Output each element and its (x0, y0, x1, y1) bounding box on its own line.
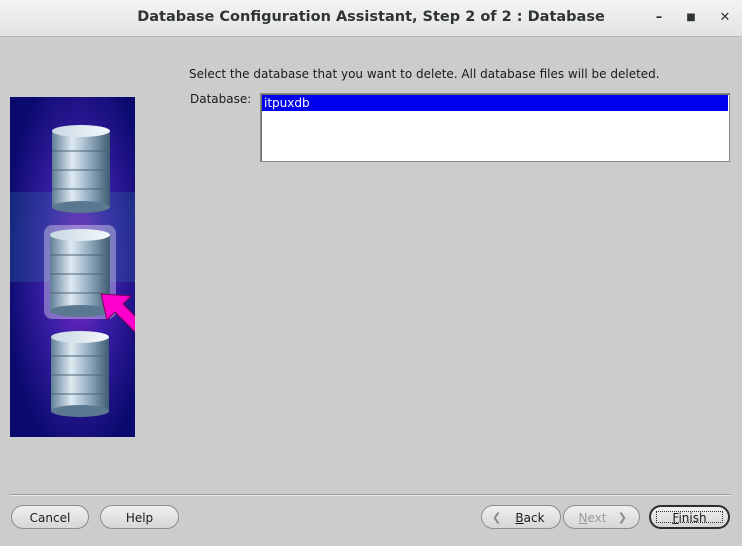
back-button-mnemonic: B (515, 511, 524, 525)
database-cylinders-icon (10, 97, 135, 437)
button-separator (10, 494, 731, 496)
dialog-content: Select the database that you want to del… (0, 38, 742, 546)
focus-ring (656, 511, 723, 523)
window-title: Database Configuration Assistant, Step 2… (137, 9, 605, 25)
database-list[interactable]: itpuxdb (260, 93, 730, 162)
minimize-icon[interactable]: – (648, 7, 670, 29)
database-illustration (10, 97, 135, 437)
help-button[interactable]: Help (100, 505, 179, 529)
database-label: Database: (190, 92, 252, 106)
next-button[interactable]: Next ❯ (563, 505, 640, 529)
maximize-icon[interactable]: ■ (680, 7, 702, 29)
title-bar: Database Configuration Assistant, Step 2… (0, 0, 742, 37)
instruction-text: Select the database that you want to del… (189, 67, 660, 81)
finish-button[interactable]: Finish (649, 505, 730, 529)
cancel-button[interactable]: Cancel (11, 505, 89, 529)
back-button-label: ack (523, 511, 545, 525)
next-button-label: ext (587, 511, 607, 525)
back-button[interactable]: ❮ Back (481, 505, 561, 529)
chevron-left-icon: ❮ (492, 511, 502, 524)
next-button-mnemonic: N (578, 511, 588, 525)
chevron-right-icon: ❯ (617, 511, 627, 524)
close-icon[interactable]: ✕ (714, 7, 736, 29)
database-list-item-selected[interactable]: itpuxdb (262, 95, 728, 111)
